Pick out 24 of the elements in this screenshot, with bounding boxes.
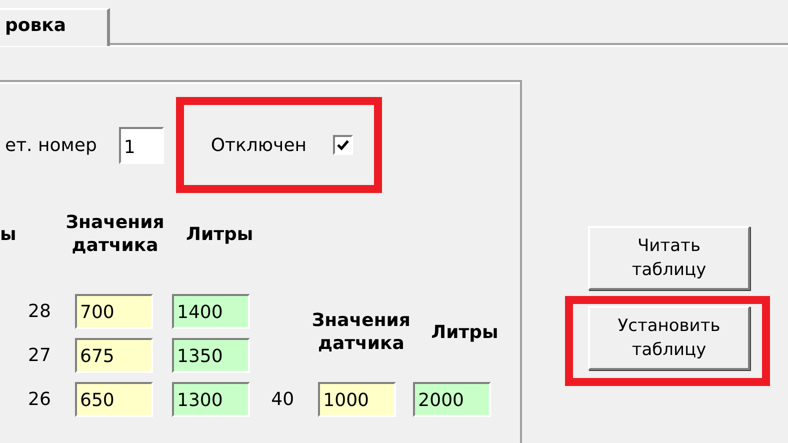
- row-number: 40: [271, 388, 296, 410]
- check-icon: [336, 138, 350, 152]
- column-header: Значения датчика: [64, 211, 166, 257]
- row-number: 28: [27, 300, 52, 322]
- read-table-button[interactable]: Читать таблицу: [588, 226, 750, 290]
- tab[interactable]: ровка: [0, 8, 110, 46]
- liters-field[interactable]: 1350: [172, 338, 250, 372]
- column-header: Значения датчика: [310, 309, 412, 355]
- column-header: Литры: [431, 320, 498, 344]
- liters-field[interactable]: 2000: [413, 382, 492, 416]
- row-number: 26: [27, 388, 52, 410]
- liters-field[interactable]: 1400: [172, 294, 250, 328]
- liters-field[interactable]: 1300: [172, 382, 250, 416]
- device-number-field[interactable]: 1: [118, 126, 164, 164]
- device-number-label: ет. номер: [5, 134, 97, 156]
- sensor-value-field[interactable]: 700: [75, 294, 153, 328]
- sensor-value-field[interactable]: 650: [75, 382, 153, 416]
- disabled-label: Отключен: [210, 134, 307, 156]
- sensor-value-field[interactable]: 1000: [318, 382, 396, 416]
- sensor-value-field[interactable]: 675: [75, 338, 153, 372]
- column-header: ы: [0, 222, 18, 246]
- row-number: 27: [27, 344, 52, 366]
- column-header: Литры: [186, 222, 254, 246]
- set-table-button[interactable]: Установить таблицу: [588, 306, 750, 370]
